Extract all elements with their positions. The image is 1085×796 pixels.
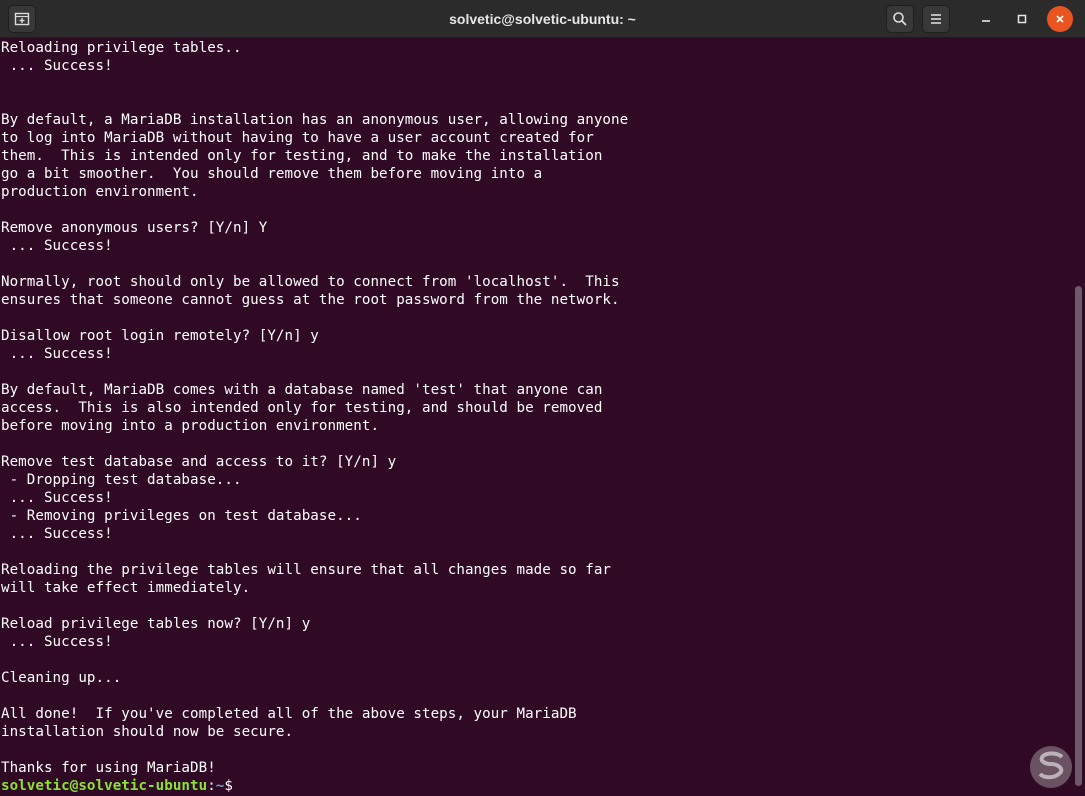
scrollbar[interactable] <box>1073 39 1085 796</box>
close-button[interactable] <box>1047 6 1073 32</box>
terminal-line: - Dropping test database... <box>1 472 242 488</box>
terminal-line: ... Success! <box>1 238 113 254</box>
scrollbar-thumb[interactable] <box>1075 286 1082 786</box>
terminal-line: ... Success! <box>1 490 113 506</box>
prompt-user-host: solvetic@solvetic-ubuntu <box>1 778 208 794</box>
terminal-line: ... Success! <box>1 634 113 650</box>
terminal-line: All done! If you've completed all of the… <box>1 706 577 722</box>
terminal-line: Normally, root should only be allowed to… <box>1 274 620 290</box>
terminal-line: Remove anonymous users? [Y/n] Y <box>1 220 268 236</box>
terminal-line: ensures that someone cannot guess at the… <box>1 292 620 308</box>
prompt-symbol: $ <box>224 778 233 794</box>
terminal-line: ... Success! <box>1 58 113 74</box>
terminal-line: Remove test database and access to it? [… <box>1 454 397 470</box>
title-bar: solvetic@solvetic-ubuntu: ~ <box>0 0 1085 38</box>
terminal-line: Reloading privilege tables.. <box>1 40 242 56</box>
maximize-button[interactable] <box>1009 6 1035 32</box>
terminal-line: access. This is also intended only for t… <box>1 400 603 416</box>
search-icon <box>893 12 907 26</box>
terminal-line: go a bit smoother. You should remove the… <box>1 166 543 182</box>
terminal-line: will take effect immediately. <box>1 580 251 596</box>
terminal-line: to log into MariaDB without having to ha… <box>1 130 594 146</box>
search-button[interactable] <box>886 5 914 33</box>
terminal-line: installation should now be secure. <box>1 724 294 740</box>
terminal-line: - Removing privileges on test database..… <box>1 508 362 524</box>
close-icon <box>1056 15 1064 23</box>
minimize-button[interactable] <box>973 6 999 32</box>
prompt-colon: : <box>207 778 216 794</box>
terminal-line: Thanks for using MariaDB! <box>1 760 216 776</box>
terminal-line: Reloading the privilege tables will ensu… <box>1 562 612 578</box>
maximize-icon <box>1017 14 1027 24</box>
terminal-line: them. This is intended only for testing,… <box>1 148 603 164</box>
shell-prompt[interactable]: solvetic@solvetic-ubuntu:~$ <box>0 777 1070 795</box>
terminal-line: ... Success! <box>1 526 113 542</box>
menu-button[interactable] <box>922 5 950 33</box>
terminal-line: Disallow root login remotely? [Y/n] y <box>1 328 319 344</box>
terminal-line: By default, a MariaDB installation has a… <box>1 112 629 128</box>
terminal-line: By default, MariaDB comes with a databas… <box>1 382 603 398</box>
terminal-line: Reload privilege tables now? [Y/n] y <box>1 616 311 632</box>
terminal-line: production environment. <box>1 184 199 200</box>
minimize-icon <box>982 20 990 22</box>
watermark-logo-icon <box>1030 746 1072 788</box>
hamburger-menu-icon <box>931 14 941 24</box>
terminal-line: before moving into a production environm… <box>1 418 380 434</box>
terminal-output[interactable]: Reloading privilege tables.. ... Success… <box>0 39 1070 796</box>
terminal-line: Cleaning up... <box>1 670 122 686</box>
terminal-line: ... Success! <box>1 346 113 362</box>
